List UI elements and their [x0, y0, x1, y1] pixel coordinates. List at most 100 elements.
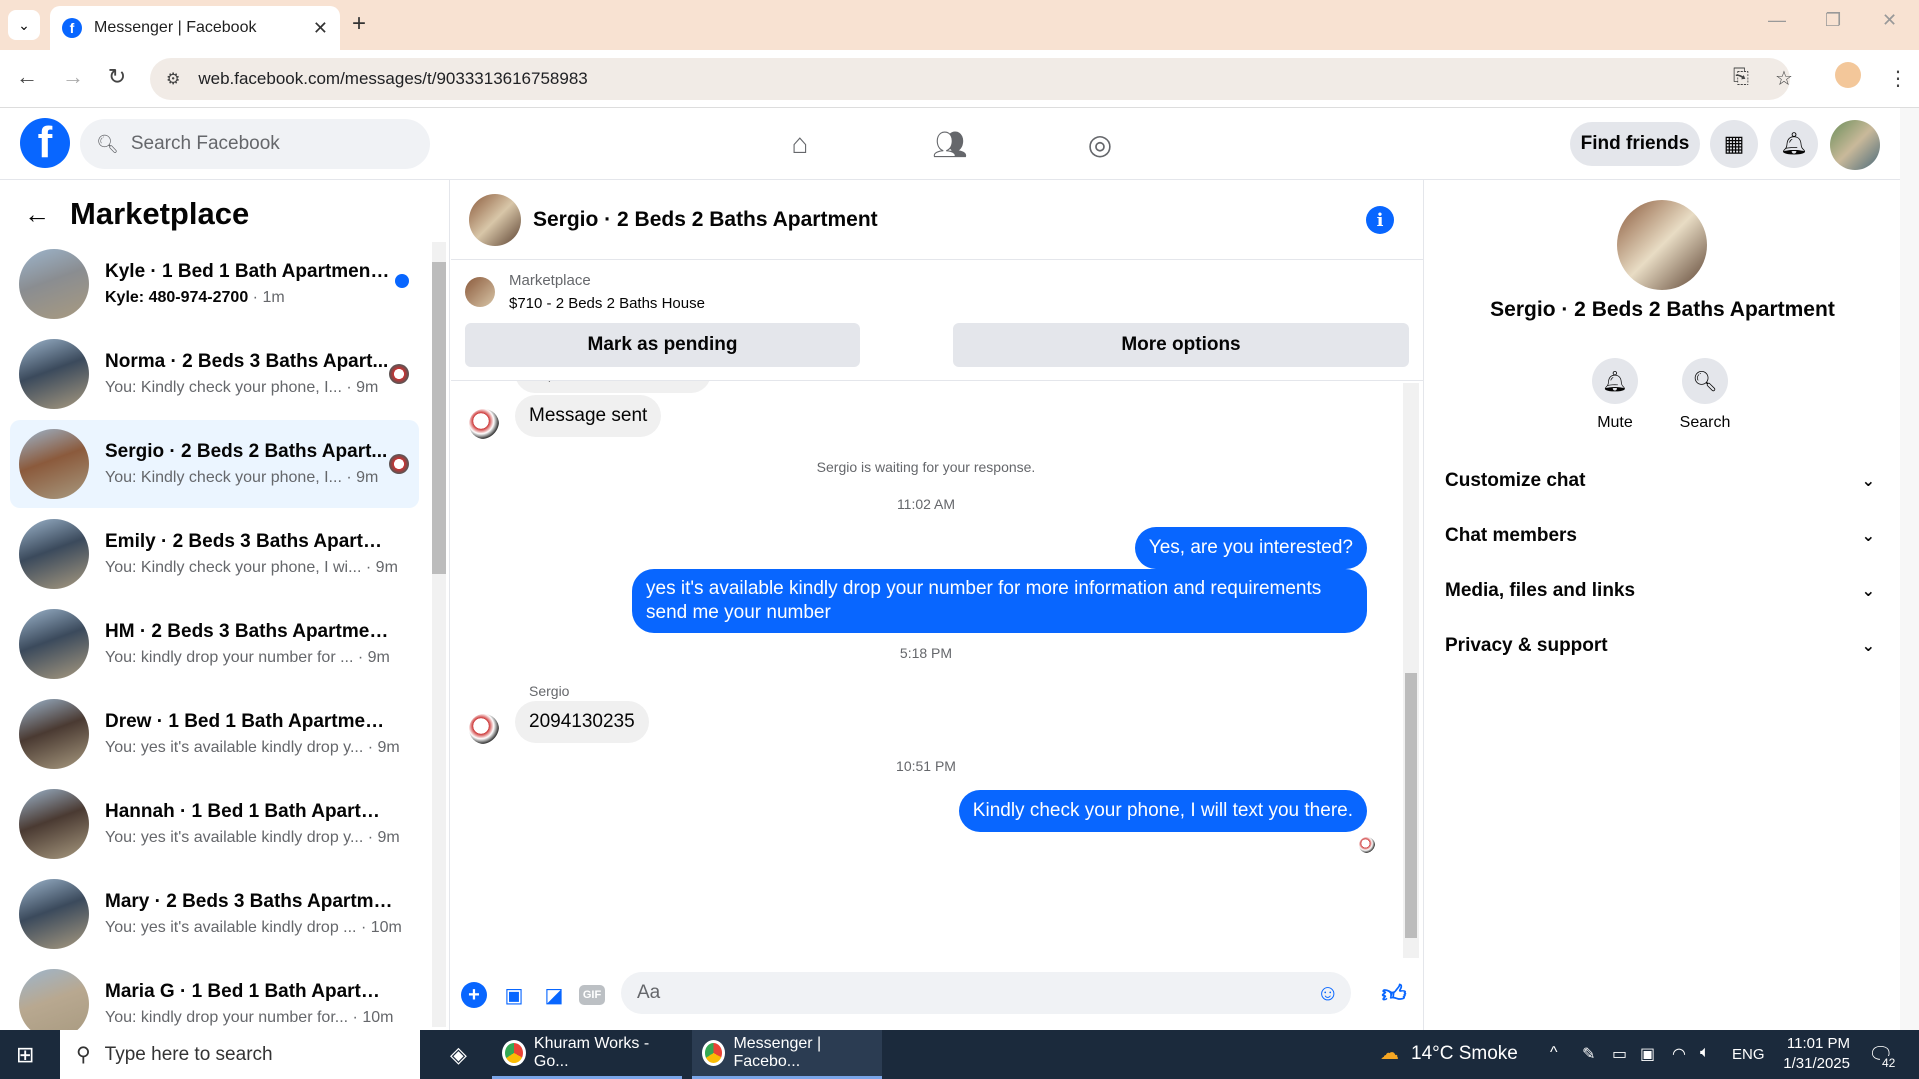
battery-icon[interactable]: ▭ [1612, 1044, 1627, 1064]
taskbar-app-chrome-khuram[interactable]: Khuram Works - Go... [492, 1030, 682, 1079]
sender-avatar[interactable] [469, 409, 499, 439]
preview-text: You: yes it's available kindly drop ... [105, 919, 357, 936]
browser-menu-icon[interactable]: ⋮ [1888, 66, 1908, 91]
timestamp: 10:51 PM [896, 758, 956, 774]
mute-button[interactable]: 🔔︎ Mute [1575, 358, 1655, 432]
forward-icon[interactable]: → [58, 64, 88, 90]
wifi-icon[interactable]: ◠ [1672, 1044, 1686, 1064]
facebook-search-input[interactable]: 🔍︎ Search Facebook [80, 119, 430, 169]
reload-icon[interactable]: ↻ [102, 64, 132, 90]
minimize-icon[interactable]: — [1768, 10, 1786, 31]
scrollbar-thumb[interactable] [1405, 673, 1417, 938]
tab-title: Messenger | Facebook [94, 19, 257, 36]
tab-close-icon[interactable]: ✕ [313, 18, 328, 39]
home-icon[interactable]: ⌂ [780, 126, 820, 162]
sticker-icon[interactable]: ◪ [541, 982, 567, 1008]
bookmark-star-icon[interactable]: ☆ [1775, 66, 1793, 91]
message-placeholder: Aa [637, 982, 661, 1003]
conversation-item[interactable]: Hannah · 1 Bed 1 Bath Apartmen... You: ye… [10, 780, 419, 868]
taskbar-app-chrome-messenger[interactable]: Messenger | Facebo... [692, 1030, 882, 1079]
chat-title[interactable]: Sergio · 2 Beds 2 Baths Apartment [533, 208, 878, 232]
volume-icon[interactable]: 🔈︎ [1700, 1044, 1710, 1062]
copilot-icon[interactable]: ◈ [440, 1030, 477, 1079]
search-icon: ⚲ [76, 1044, 91, 1066]
info-icon[interactable]: i [1366, 206, 1394, 234]
conversation-item[interactable]: Sergio · 2 Beds 2 Baths Apart... You: Kin… [10, 420, 419, 508]
preview-text: You: yes it's available kindly drop y... [105, 739, 364, 756]
conversation-text: HM · 2 Beds 3 Baths Apartment... You: kin… [105, 621, 395, 667]
customize-chat-section[interactable]: Customize chat ⌄ [1445, 470, 1875, 492]
conversation-item[interactable]: Mary · 2 Beds 3 Baths Apartmen... You: ye… [10, 870, 419, 958]
listing-thumbnail [465, 277, 495, 307]
bell-icon: 🔔︎ [1592, 358, 1638, 404]
conversation-preview: You: yes it's available kindly drop y...… [105, 739, 400, 757]
conversation-avatar [19, 429, 89, 499]
restore-icon[interactable]: ❐ [1825, 10, 1841, 31]
conversation-item[interactable]: Drew · 1 Bed 1 Bath Apartment/... You: ye… [10, 690, 419, 778]
chat-avatar[interactable] [469, 193, 521, 246]
message-bubble-outgoing: Kindly check your phone, I will text you… [958, 790, 1367, 832]
conversation-text: Kyle · 1 Bed 1 Bath Apartment/... Kyle: 4… [105, 261, 395, 307]
conversation-text: Drew · 1 Bed 1 Bath Apartment/... You: ye… [105, 711, 400, 757]
conversation-item[interactable]: Emily · 2 Beds 3 Baths Apartme... You: Ki… [10, 510, 419, 598]
tray-chevron-icon[interactable]: ^ [1550, 1044, 1558, 1062]
panel-title: Marketplace [70, 196, 250, 231]
message-input[interactable]: Aa ☺ [621, 972, 1351, 1014]
close-window-icon[interactable]: ✕ [1882, 10, 1897, 31]
listing-info[interactable]: Marketplace $710 - 2 Beds 2 Baths House [465, 272, 705, 312]
preview-time: · 9m [361, 559, 398, 576]
pen-icon[interactable]: ✎ [1582, 1044, 1595, 1064]
language-indicator[interactable]: ENG [1732, 1046, 1765, 1063]
notifications-bell-icon[interactable]: 🔔︎ [1770, 120, 1818, 168]
sender-avatar[interactable] [469, 714, 499, 744]
conversation-item[interactable]: HM · 2 Beds 3 Baths Apartment... You: kin… [10, 600, 419, 688]
taskbar-search-input[interactable]: ⚲ Type here to search [60, 1030, 420, 1079]
conversation-preview: You: Kindly check your phone, I... · 9m [105, 469, 395, 487]
windows-start-icon[interactable]: ⊞ [16, 1042, 34, 1068]
conversation-item[interactable]: Kyle · 1 Bed 1 Bath Apartment/... Kyle: 4… [10, 240, 419, 328]
browser-profile-icon[interactable] [1835, 62, 1861, 88]
details-avatar[interactable] [1617, 200, 1707, 290]
conversation-item[interactable]: Norma · 2 Beds 3 Baths Apart... You: Kind… [10, 330, 419, 418]
facebook-logo-icon[interactable]: f [20, 118, 70, 168]
emoji-icon[interactable]: ☺ [1317, 980, 1339, 1006]
search-button[interactable]: 🔍︎ Search [1665, 358, 1745, 432]
new-tab-button[interactable]: + [352, 10, 366, 38]
back-icon[interactable]: ← [12, 64, 42, 90]
chat-members-section[interactable]: Chat members ⌄ [1445, 525, 1875, 547]
conversation-text: Maria G · 1 Bed 1 Bath Apartme... You: ki… [105, 981, 395, 1027]
back-arrow-icon[interactable]: ← [24, 199, 50, 230]
thumbs-up-icon[interactable]: 👍︎ [1381, 981, 1407, 1008]
browser-tab-messenger[interactable]: f Messenger | Facebook ✕ [50, 6, 340, 50]
clock-date: 1/31/2025 [1783, 1055, 1850, 1072]
install-app-icon[interactable]: ⎘ [1733, 66, 1749, 89]
conversation-item[interactable]: Maria G · 1 Bed 1 Bath Apartme... You: ki… [10, 960, 419, 1030]
media-files-links-section[interactable]: Media, files and links ⌄ [1445, 580, 1875, 602]
profile-avatar[interactable] [1830, 120, 1880, 170]
photo-icon[interactable]: ▣ [501, 982, 527, 1008]
more-options-button[interactable]: More options [953, 323, 1409, 367]
plus-icon[interactable]: + [461, 982, 487, 1008]
mark-as-pending-button[interactable]: Mark as pending [465, 323, 860, 367]
privacy-support-section[interactable]: Privacy & support ⌄ [1445, 635, 1875, 657]
menu-grid-icon[interactable]: ▦ [1710, 120, 1758, 168]
conversation-scrollbar[interactable] [432, 242, 446, 1027]
page-scrollbar[interactable] [1900, 108, 1919, 1030]
clock[interactable]: 11:01 PM 1/31/2025 [1770, 1034, 1850, 1074]
message-thread: Hi, is this available? Message sent Serg… [451, 381, 1401, 959]
address-bar[interactable]: ⚙ web.facebook.com/messages/t/9033313616… [150, 58, 1790, 100]
friends-icon[interactable]: 👥︎ [930, 126, 970, 162]
windows-taskbar: ⊞ ⚲ Type here to search ◈ Khuram Works -… [0, 1030, 1919, 1079]
preview-text: You: Kindly check your phone, I... [105, 379, 342, 396]
groups-icon[interactable]: ◎ [1080, 126, 1120, 162]
camera-icon[interactable]: ▣ [1640, 1044, 1655, 1064]
find-friends-button[interactable]: Find friends [1570, 122, 1700, 166]
site-info-icon[interactable]: ⚙ [166, 69, 180, 89]
scrollbar-thumb[interactable] [432, 262, 446, 574]
conversation-name: Norma · 2 Beds 3 Baths Apart... [105, 351, 389, 372]
gif-icon[interactable]: GIF [579, 985, 605, 1005]
conversation-name: Kyle · 1 Bed 1 Bath Apartment/... [105, 261, 395, 282]
tab-list-button[interactable]: ⌄ [8, 10, 40, 40]
weather-widget[interactable]: ☁ 14°C Smoke [1380, 1042, 1518, 1065]
chat-scrollbar[interactable] [1403, 383, 1419, 958]
